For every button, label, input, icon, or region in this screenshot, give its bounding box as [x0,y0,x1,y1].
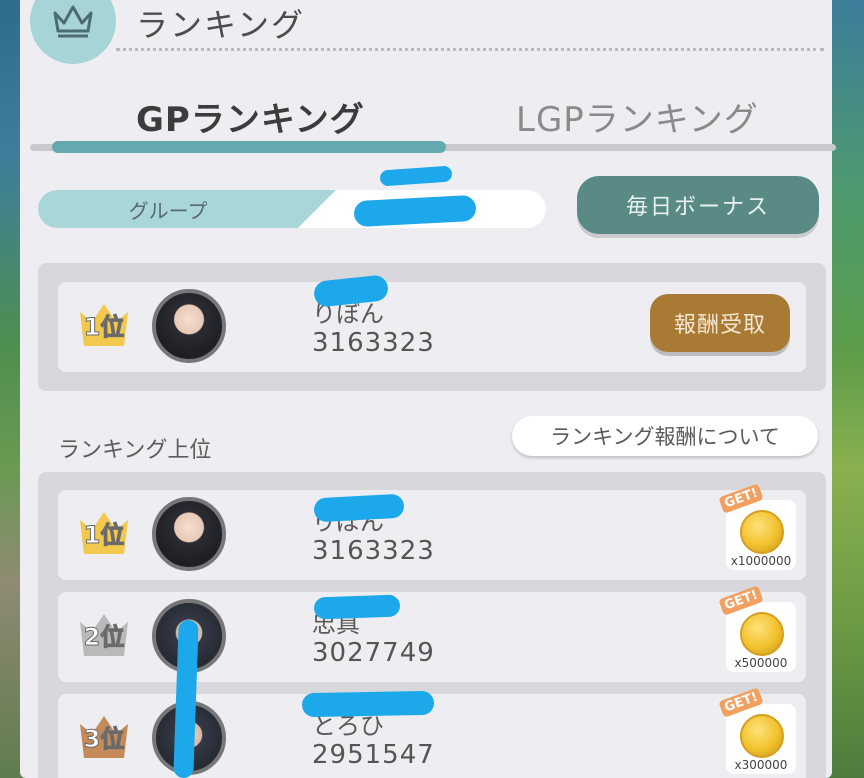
player-score: 3163323 [312,328,435,358]
avatar[interactable] [152,497,226,571]
player-score: 3163323 [312,536,435,566]
daily-bonus-button[interactable]: 毎日ボーナス [577,176,819,234]
redaction-mark [301,690,435,718]
header-divider [116,48,824,51]
reward-quantity: x300000 [734,758,788,772]
rank-label: 1位 [83,521,125,550]
rank-badge-gold: 1位 [76,506,132,558]
rank-badge-bronze: 3位 [76,710,132,762]
background-right [828,0,864,778]
coin-icon [740,612,784,656]
tab-gp-ranking[interactable]: GPランキング [136,92,365,141]
rank-badge-silver: 2位 [76,608,132,660]
avatar[interactable] [152,289,226,363]
own-rank-row: 1位 りぼん 3163323 報酬受取 [58,282,806,372]
reward-item: GET! x300000 [718,687,796,774]
section-title: ランキング上位 [58,438,212,463]
claim-reward-button[interactable]: 報酬受取 [650,294,790,352]
coin-icon [740,714,784,758]
segment-group[interactable]: グループ [38,190,336,228]
player-score: 3027749 [312,638,435,668]
rank-label: 1位 [83,313,125,342]
redaction-mark [313,493,405,523]
ranking-row[interactable]: 2位 忠真 3027749 GET! x500000 [58,585,806,682]
ranking-row[interactable]: 1位 りぼん 3163323 GET! x1000000 [58,483,806,580]
reward-item: GET! x1000000 [718,483,796,570]
player-score: 2951547 [312,740,435,770]
reward-quantity: x1000000 [730,554,792,568]
ranking-reward-info-button[interactable]: ランキング報酬について [512,416,818,456]
background-left [0,0,22,778]
rank-badge-gold: 1位 [76,298,132,350]
rank-label: 3位 [83,725,125,754]
reward-quantity: x500000 [734,656,788,670]
tab-lgp-ranking[interactable]: LGPランキング [516,92,759,141]
segment-group-label: グループ [128,198,208,223]
page-title: ランキング [136,6,306,44]
tab-active-indicator [52,141,446,153]
rank-label: 2位 [83,623,125,652]
reward-item: GET! x500000 [718,585,796,672]
coin-icon [740,510,784,554]
redaction-mark [313,594,401,620]
